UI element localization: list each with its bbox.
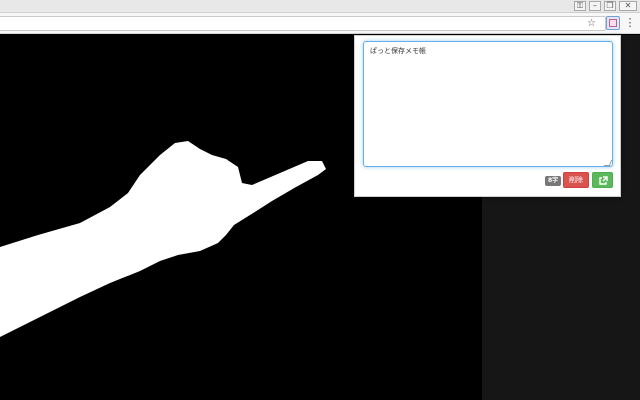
char-count-badge: 8字 <box>545 176 562 186</box>
close-button[interactable]: ✕ <box>619 1 637 11</box>
memo-textarea[interactable]: ぱっと保存メモ帳 <box>363 41 613 167</box>
minimize-button[interactable]: – <box>589 1 601 11</box>
external-link-icon <box>599 176 608 185</box>
delete-button[interactable]: 削除 <box>563 172 589 188</box>
open-button[interactable] <box>592 172 613 188</box>
memo-extension-icon[interactable] <box>606 16 620 30</box>
bookmark-star-icon[interactable]: ☆ <box>587 19 596 29</box>
lock-icon[interactable]: ⚿ <box>574 1 586 11</box>
browser-toolbar: ☆ <box>0 13 640 34</box>
memo-glyph-icon <box>609 19 617 27</box>
window-titlebar: ⚿ – ❐ ✕ <box>0 0 640 13</box>
restore-button[interactable]: ❐ <box>604 1 616 11</box>
browser-menu-icon[interactable]: ⋮ <box>624 16 636 30</box>
address-bar[interactable]: ☆ <box>0 16 606 31</box>
memo-popup: ぱっと保存メモ帳 8字 削除 <box>354 35 621 197</box>
hand-silhouette <box>0 141 326 337</box>
